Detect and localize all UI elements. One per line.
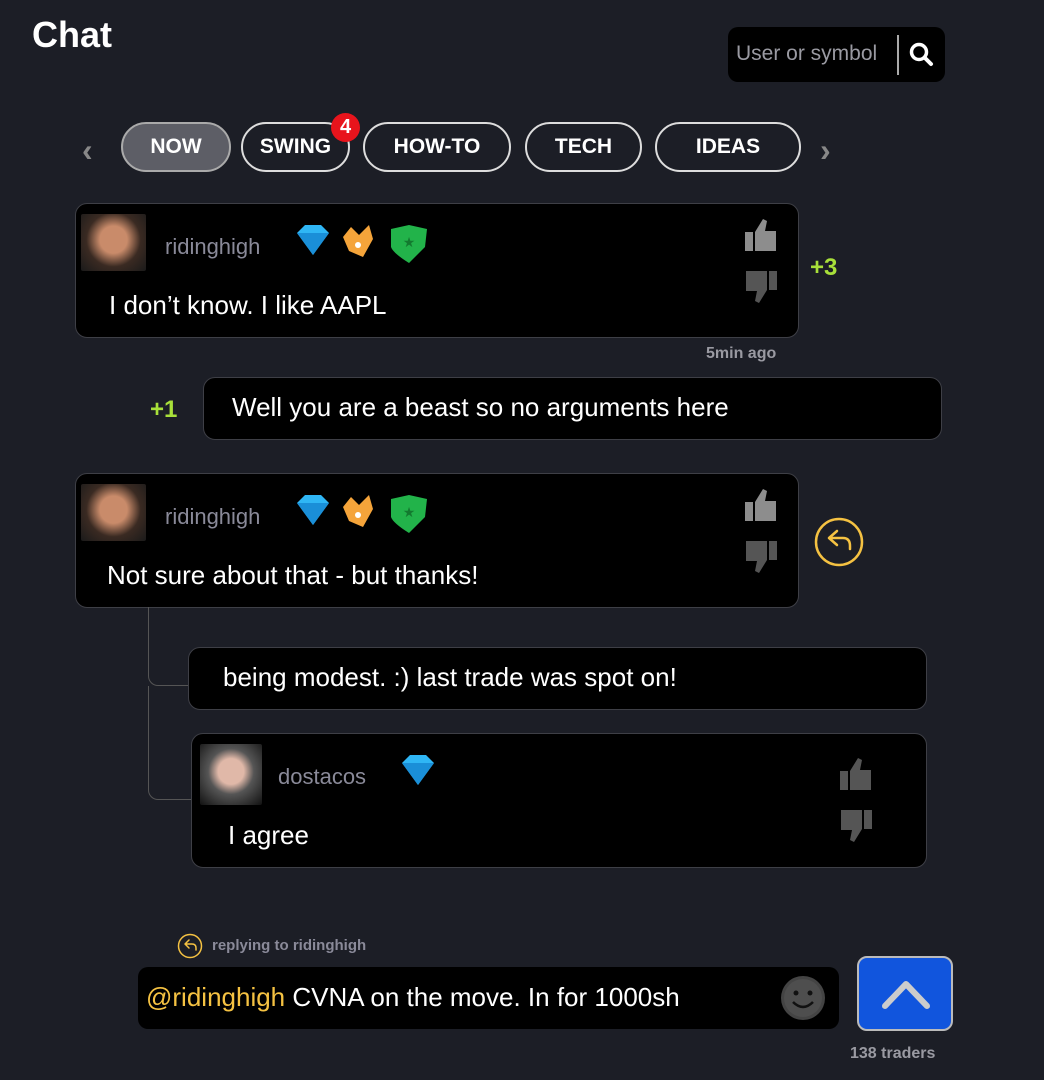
diamond-icon [297, 225, 329, 255]
notification-badge: 4 [331, 113, 360, 142]
svg-text:★: ★ [403, 234, 416, 250]
tab-how-to[interactable]: HOW-TO [363, 122, 511, 172]
chevron-up-icon [882, 981, 930, 1009]
avatar[interactable] [81, 484, 146, 541]
message-text: Not sure about that - but thanks! [107, 560, 479, 590]
chat-message: being modest. :) last trade was spot on! [188, 647, 927, 710]
message-text: I agree [228, 820, 309, 850]
thread-line [148, 686, 191, 800]
username[interactable]: ridinghigh [165, 504, 260, 530]
message-text: I don’t know. I like AAPL [109, 290, 387, 320]
divider [897, 35, 899, 75]
diamond-icon [297, 495, 329, 525]
search-input[interactable]: User or symbol [728, 27, 945, 82]
chat-message: ridinghigh ★ Not sure about that - but t… [75, 473, 799, 608]
message-input[interactable]: @ridinghigh CVNA on the move. In for 100… [138, 967, 839, 1029]
thumbs-down-icon[interactable] [743, 269, 779, 305]
search-placeholder: User or symbol [736, 42, 878, 65]
score: +3 [810, 254, 838, 281]
username[interactable]: dostacos [278, 764, 366, 790]
thumbs-up-icon[interactable] [838, 756, 874, 792]
crown-icon [343, 225, 373, 257]
shield-icon: ★ [391, 495, 427, 533]
emoji-icon[interactable] [779, 975, 827, 1021]
mention: @ridinghigh [146, 982, 286, 1012]
thumbs-down-icon[interactable] [743, 539, 779, 575]
thumbs-up-icon[interactable] [743, 217, 779, 253]
chat-message: dostacos I agree [191, 733, 927, 868]
search-icon[interactable] [908, 41, 934, 67]
chat-message: Well you are a beast so no arguments her… [203, 377, 942, 440]
tab-ideas[interactable]: IDEAS [655, 122, 801, 172]
avatar[interactable] [200, 744, 262, 805]
message-text: Well you are a beast so no arguments her… [232, 392, 729, 422]
chevron-left-icon[interactable]: ‹ [82, 132, 93, 169]
chevron-right-icon[interactable]: › [820, 132, 831, 169]
reply-icon [177, 933, 203, 959]
message-text: being modest. :) last trade was spot on! [223, 662, 677, 692]
score: +1 [150, 396, 178, 423]
user-badges: ★ [297, 225, 427, 263]
shield-icon: ★ [391, 225, 427, 263]
send-button[interactable] [857, 956, 953, 1031]
crown-icon [343, 495, 373, 527]
svg-text:★: ★ [403, 504, 416, 520]
user-badges: ★ [297, 495, 427, 533]
thread-line [148, 607, 188, 686]
timestamp: 5min ago [706, 345, 777, 362]
chat-message: ridinghigh ★ I don’t know. I like AAPL [75, 203, 799, 338]
diamond-icon [402, 755, 434, 785]
thumbs-up-icon[interactable] [743, 487, 779, 523]
username[interactable]: ridinghigh [165, 234, 260, 260]
page-title: Chat [32, 14, 112, 55]
reply-icon[interactable] [813, 516, 865, 568]
traders-count: 138 traders [850, 1045, 936, 1062]
tab-now[interactable]: NOW [121, 122, 231, 172]
input-text: CVNA on the move. In for 1000sh [285, 982, 680, 1012]
replying-label: replying to ridinghigh [212, 937, 367, 954]
tab-tech[interactable]: TECH [525, 122, 642, 172]
avatar[interactable] [81, 214, 146, 271]
thumbs-down-icon[interactable] [838, 808, 874, 844]
